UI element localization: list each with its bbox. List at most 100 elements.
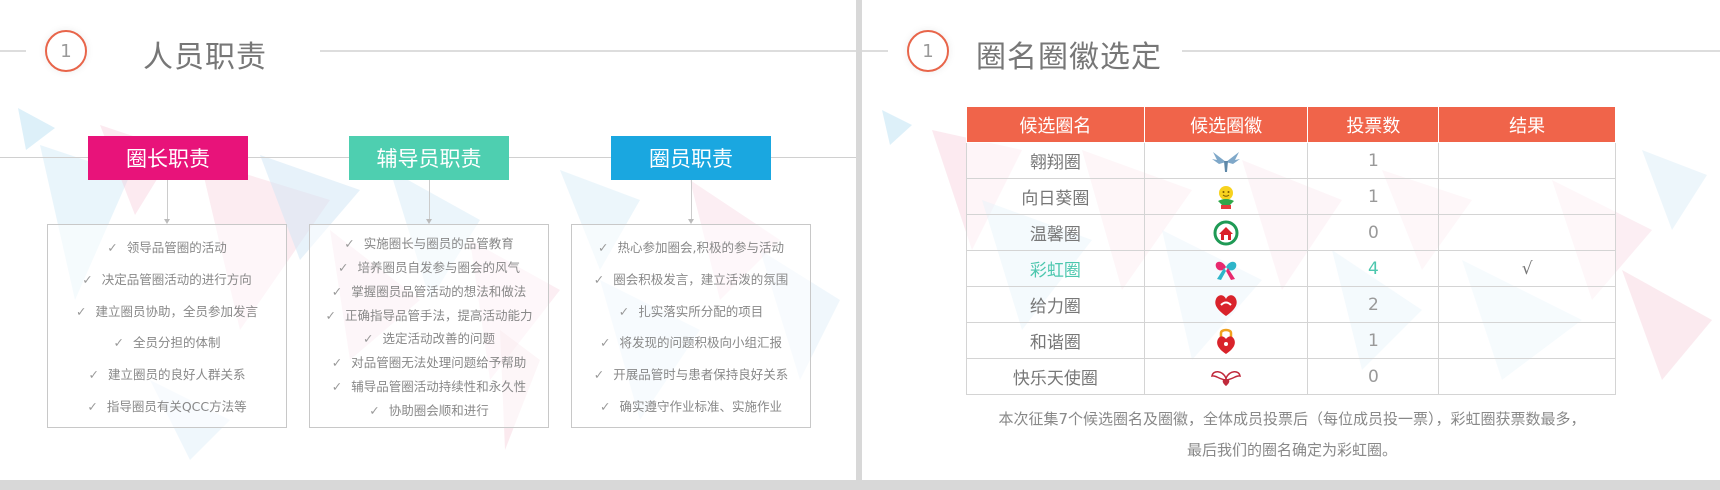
- house-icon: [1213, 220, 1239, 245]
- vote-count: 1: [1307, 322, 1440, 359]
- check-icon: ✓: [331, 378, 343, 394]
- title-divider-left: [0, 50, 26, 52]
- table-row: 给力圈 2: [966, 286, 1616, 323]
- result-cell: [1438, 286, 1616, 323]
- page-title: 人员职责: [143, 40, 267, 75]
- list-item: ✓ 领导品管圈的活动: [48, 237, 286, 256]
- list-item: ✓ 建立圈员协助，全员参加发言: [48, 301, 286, 320]
- winner-check-mark: √: [1438, 250, 1616, 287]
- angel-wings-icon: [1211, 370, 1242, 386]
- title-divider-left: [862, 50, 888, 52]
- selection-summary: 本次征集7个候选圈名及圈徽，全体成员投票后（每位成员投一票），彩虹圈获票数最多，…: [962, 404, 1622, 466]
- list-item-text: 热心参加圈会,积极的参与活动: [617, 240, 784, 256]
- table-row: 和谐圈 1: [966, 322, 1616, 359]
- page-title: 圈名圈徽选定: [976, 40, 1162, 75]
- vote-count: 1: [1307, 178, 1440, 215]
- list-item-text: 辅导品管圈活动持续性和永久性: [351, 378, 527, 394]
- table-row: 快乐天使圈 0: [966, 358, 1616, 395]
- check-icon: ✓: [600, 335, 611, 351]
- candidate-name: 温馨圈: [966, 214, 1145, 251]
- column-header: 结果: [1438, 106, 1616, 143]
- vote-count: 1: [1307, 142, 1440, 179]
- list-item: ✓ 实施圈长与圈员的品管教育: [310, 233, 548, 252]
- list-item: ✓ 协助圈会顺和进行: [310, 400, 548, 419]
- list-item-text: 确实遵守作业标准、实施作业: [619, 398, 782, 414]
- emblem-cell: [1143, 250, 1309, 287]
- list-item: ✓ 建立圈员的良好人群关系: [48, 364, 286, 383]
- list-item-text: 全员分担的体制: [132, 335, 221, 351]
- list-item: ✓ 开展品管时与患者保持良好关系: [572, 364, 810, 383]
- caption-line: 最后我们的圈名确定为彩虹圈。: [1186, 441, 1397, 459]
- list-item: ✓ 确实遵守作业标准、实施作业: [572, 396, 810, 415]
- lock-heart-icon: [1217, 328, 1235, 354]
- table-row: 向日葵圈 1: [966, 178, 1616, 215]
- candidate-name: 翱翔圈: [966, 142, 1145, 179]
- role-connector: [429, 180, 430, 220]
- result-cell: [1438, 214, 1616, 251]
- check-icon: ✓: [363, 331, 374, 347]
- check-icon: ✓: [88, 366, 99, 382]
- candidate-name: 给力圈: [966, 286, 1145, 323]
- list-item-text: 圈会积极发言，建立活泼的氛围: [613, 271, 789, 287]
- emblem-cell: [1143, 142, 1309, 179]
- check-icon: ✓: [593, 366, 605, 382]
- list-item-text: 将发现的问题积极向小组汇报: [619, 335, 782, 351]
- role-connector: [691, 180, 692, 220]
- emblem-cell: [1143, 322, 1309, 359]
- list-item: ✓ 热心参加圈会,积极的参与活动: [572, 237, 810, 256]
- candidate-name: 彩虹圈: [966, 250, 1145, 287]
- vote-count: 2: [1307, 286, 1440, 323]
- list-item: ✓ 决定品管圈活动的进行方向: [48, 269, 286, 288]
- list-item: ✓ 将发现的问题积极向小组汇报: [572, 332, 810, 351]
- check-icon: ✓: [107, 240, 118, 256]
- table-row: 彩虹圈 4 √: [966, 250, 1616, 287]
- check-icon: ✓: [331, 355, 343, 371]
- check-icon: ✓: [325, 307, 336, 323]
- role-box-leader: ✓ 领导品管圈的活动 ✓ 决定品管圈活动的进行方向 ✓ 建立圈员协助，全员参加发言 ✓…: [47, 224, 287, 428]
- slide-circle-name-selection: 1 圈名圈徽选定 候选圈名 候选圈徽 投票数 结果 翱翔圈 1 向日葵圈 1 温…: [862, 0, 1720, 480]
- role-header-leader: 圈长职责: [88, 136, 248, 180]
- check-icon: ✓: [598, 240, 609, 256]
- list-item-text: 选定活动改善的问题: [382, 331, 495, 347]
- vote-count: 0: [1307, 358, 1440, 395]
- list-item: ✓ 正确指导品管手法，提高活动能力: [310, 305, 548, 324]
- role-header-tutor: 辅导员职责: [349, 136, 509, 180]
- check-icon: ✓: [618, 303, 630, 319]
- column-header: 候选圈名: [966, 106, 1145, 143]
- vote-count: 4: [1307, 250, 1440, 287]
- candidate-table: 候选圈名 候选圈徽 投票数 结果 翱翔圈 1 向日葵圈 1 温馨圈 0 彩虹圈 …: [966, 106, 1616, 395]
- title-divider-right: [320, 50, 856, 52]
- check-icon: ✓: [369, 402, 380, 418]
- column-header: 投票数: [1307, 106, 1440, 143]
- list-item-text: 对品管圈无法处理问题给予帮助: [351, 355, 527, 371]
- list-item: ✓ 指导圈员有关QCC方法等: [48, 396, 286, 415]
- candidate-name: 快乐天使圈: [966, 358, 1145, 395]
- list-item: ✓ 全员分担的体制: [48, 332, 286, 351]
- list-item: ✓ 选定活动改善的问题: [310, 328, 548, 347]
- list-item: ✓ 扎实落实所分配的项目: [572, 301, 810, 320]
- check-icon: ✓: [331, 283, 343, 299]
- slide-personnel-duties: 1 人员职责 圈长职责 ✓ 领导品管圈的活动 ✓ 决定品管圈活动的进行方向 ✓ 建立圈…: [0, 0, 856, 480]
- check-icon: ✓: [113, 335, 124, 351]
- list-item-text: 协助圈会顺和进行: [388, 402, 489, 418]
- role-box-tutor: ✓ 实施圈长与圈员的品管教育 ✓ 培养圈员自发参与圈会的风气 ✓ 掌握圈员品管活动的想…: [309, 224, 549, 428]
- title-divider-right: [1182, 50, 1720, 52]
- result-cell: [1438, 178, 1616, 215]
- check-icon: ✓: [82, 271, 93, 287]
- vote-count: 0: [1307, 214, 1440, 251]
- section-number-badge: 1: [907, 30, 949, 72]
- list-item: ✓ 掌握圈员品管活动的想法和做法: [310, 281, 548, 300]
- table-header-row: 候选圈名 候选圈徽 投票数 结果: [966, 106, 1616, 143]
- check-icon: ✓: [344, 236, 355, 252]
- check-icon: ✓: [338, 260, 349, 276]
- candidate-name: 和谐圈: [966, 322, 1145, 359]
- role-header-member: 圈员职责: [611, 136, 771, 180]
- result-cell: [1438, 322, 1616, 359]
- role-connector: [167, 180, 168, 220]
- list-item-text: 指导圈员有关QCC方法等: [106, 398, 247, 414]
- list-item-text: 建立圈员的良好人群关系: [107, 366, 246, 382]
- result-cell: [1438, 358, 1616, 395]
- check-icon: ✓: [600, 398, 611, 414]
- heart-icon: [1215, 294, 1237, 316]
- candidate-name: 向日葵圈: [966, 178, 1145, 215]
